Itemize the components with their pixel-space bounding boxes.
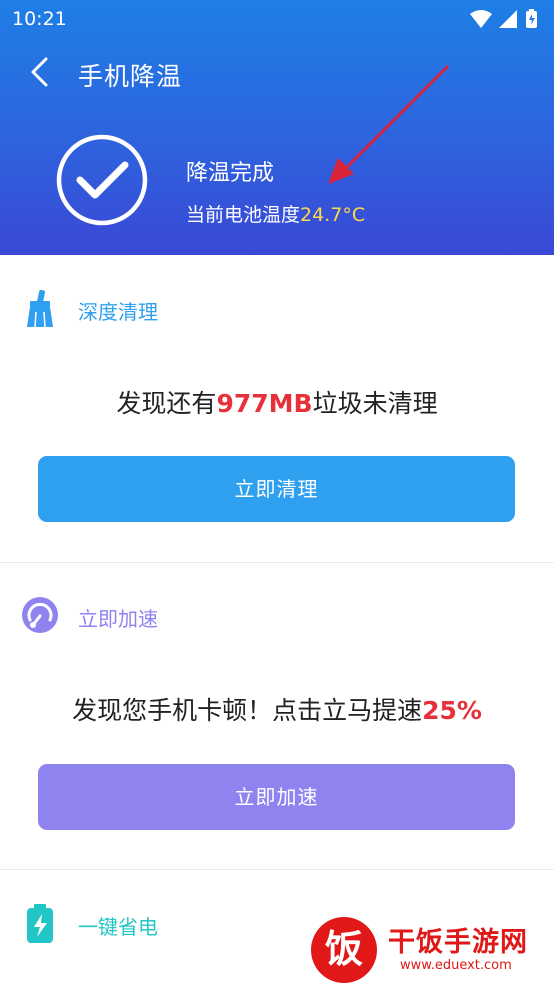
- deep-clean-title: 深度清理: [78, 300, 158, 324]
- msg-prefix: 发现您手机卡顿！点击立马提速: [72, 696, 423, 725]
- speed-up-card: 立即加速 发现您手机卡顿！点击立马提速25% 立即加速: [0, 563, 554, 869]
- msg-suffix: 垃圾未清理: [312, 389, 438, 418]
- temp-label: 当前电池温度: [186, 204, 301, 226]
- battery-status-icon: [526, 9, 537, 28]
- speed-up-title: 立即加速: [78, 607, 158, 631]
- annotation-arrow: [328, 64, 450, 184]
- status-time: 10:21: [12, 8, 67, 30]
- status-icons: [470, 9, 537, 28]
- junk-size: 977MB: [216, 389, 313, 418]
- header: 10:21 手机降温 降温完成 当前电池温度24.7°C: [0, 0, 554, 255]
- broom-icon: [27, 289, 53, 328]
- deep-clean-message: 发现还有977MB垃圾未清理: [0, 384, 554, 420]
- speed-up-button[interactable]: 立即加速: [38, 764, 515, 830]
- status-bar: 10:21: [0, 0, 554, 38]
- msg-prefix: 发现还有: [116, 389, 217, 418]
- check-circle-icon: [56, 134, 148, 226]
- speed-up-message: 发现您手机卡顿！点击立马提速25%: [0, 691, 554, 727]
- status-title: 降温完成: [186, 161, 275, 186]
- deep-clean-card: 深度清理 发现还有977MB垃圾未清理 立即清理: [0, 255, 554, 561]
- wifi-icon: [470, 10, 492, 28]
- speedometer-icon: [22, 597, 58, 633]
- svg-text:饭: 饭: [325, 927, 363, 971]
- speed-boost-percent: 25%: [422, 696, 482, 725]
- power-save-title: 一键省电: [78, 915, 158, 939]
- page-title: 手机降温: [78, 62, 183, 91]
- battery-temperature: 当前电池温度24.7°C: [186, 200, 365, 227]
- battery-icon: [27, 904, 53, 943]
- watermark-url: www.eduext.com: [400, 958, 512, 973]
- signal-icon: [499, 10, 517, 28]
- back-arrow-icon[interactable]: [24, 52, 64, 92]
- temp-value: 24.7°C: [300, 204, 366, 226]
- clean-now-button[interactable]: 立即清理: [38, 456, 515, 522]
- watermark-name: 干饭手游网: [388, 927, 528, 958]
